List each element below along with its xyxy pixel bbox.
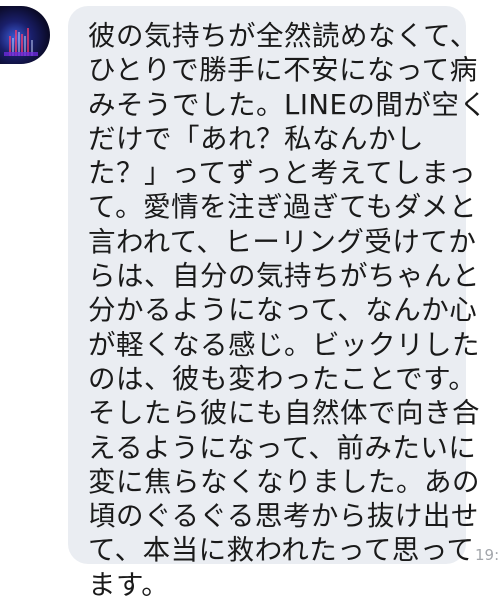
message-text: 彼の気持ちが全然読めなくて、 ひとりで勝手に不安になって病 みそうでした。LIN… bbox=[88, 20, 488, 601]
fountain-night-avatar-icon bbox=[4, 28, 38, 56]
message-timestamp: 19: bbox=[475, 546, 500, 564]
chat-message-row: 彼の気持ちが全然読めなくて、 ひとりで勝手に不安になって病 みそうでした。LIN… bbox=[0, 0, 500, 601]
message-bubble[interactable]: 彼の気持ちが全然読めなくて、 ひとりで勝手に不安になって病 みそうでした。LIN… bbox=[68, 6, 487, 601]
sender-avatar[interactable] bbox=[0, 6, 50, 64]
